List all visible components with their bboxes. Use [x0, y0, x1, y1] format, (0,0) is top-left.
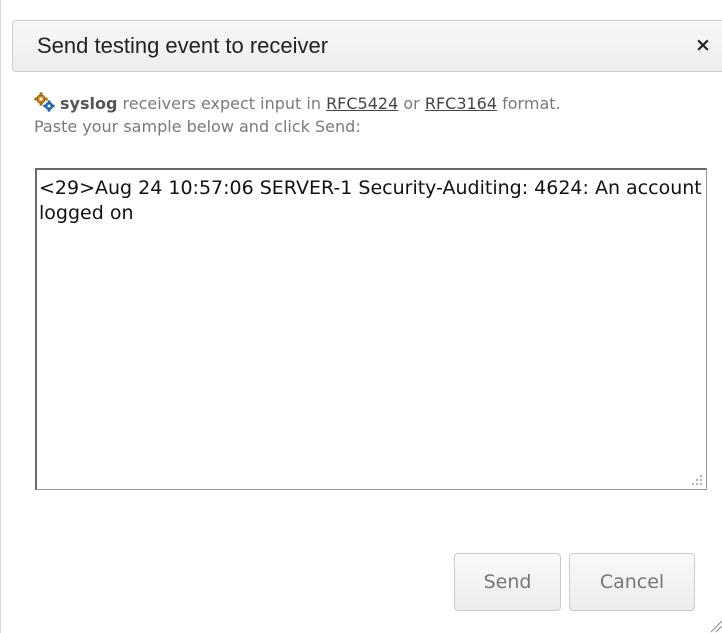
dialog-titlebar: Send testing event to receiver ×: [12, 20, 722, 72]
info-text-1: receivers expect input in: [117, 94, 327, 113]
gears-icon: [34, 92, 56, 112]
close-icon[interactable]: ×: [694, 34, 712, 56]
receiver-type: syslog: [60, 94, 118, 113]
info-text-3: format.: [497, 94, 561, 113]
sample-event-textarea[interactable]: <29>Aug 24 10:57:06 SERVER-1 Security-Au…: [35, 168, 707, 490]
dialog-title: Send testing event to receiver: [37, 33, 329, 58]
info-text-2: or: [398, 94, 425, 113]
rfc3164-link[interactable]: RFC3164: [425, 94, 497, 113]
send-test-event-dialog: Send testing event to receiver × syslog …: [0, 0, 722, 633]
dialog-resize-grip[interactable]: [707, 617, 722, 633]
paste-instruction: Paste your sample below and click Send:: [34, 117, 361, 136]
rfc5424-link[interactable]: RFC5424: [326, 94, 398, 113]
cancel-button[interactable]: Cancel: [569, 553, 695, 611]
format-instructions: syslog receivers expect input in RFC5424…: [34, 92, 714, 138]
send-button[interactable]: Send: [454, 553, 561, 611]
textarea-resize-grip[interactable]: [691, 474, 703, 486]
